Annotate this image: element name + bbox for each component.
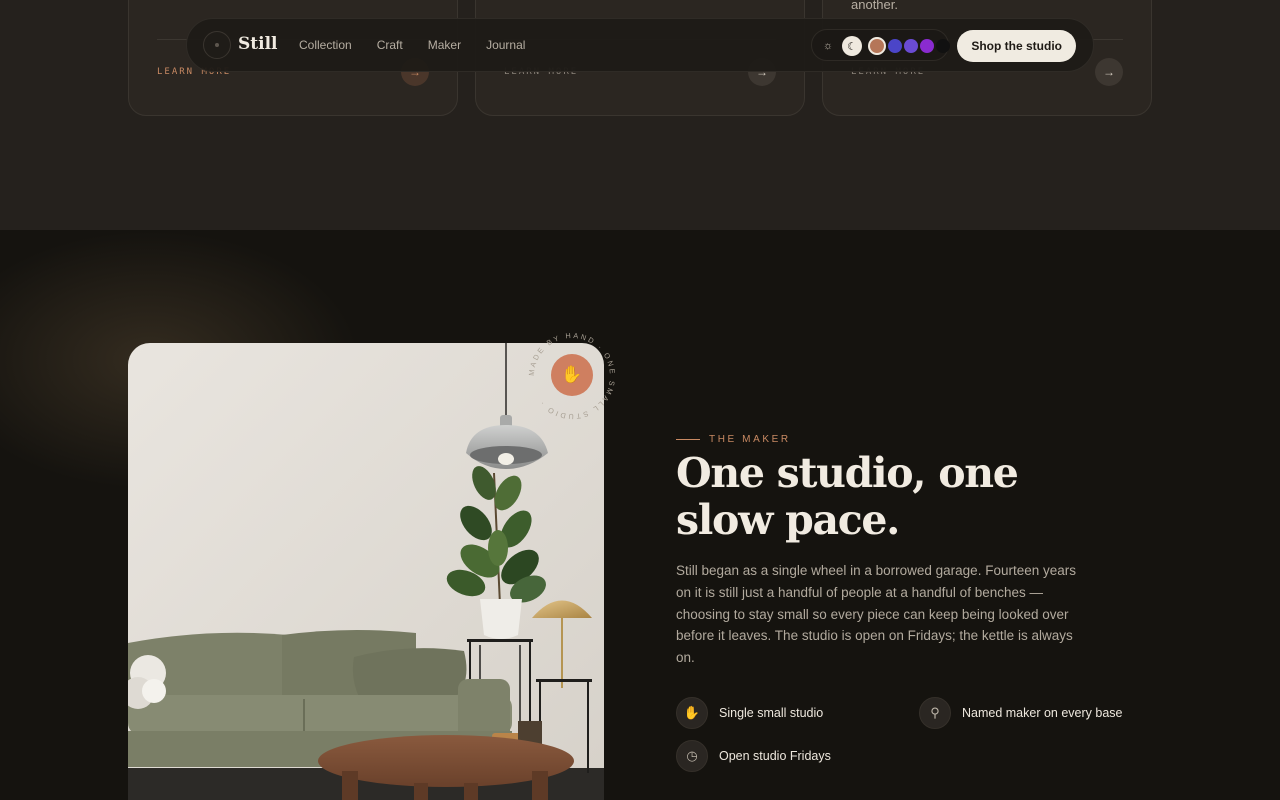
swatch-black[interactable] <box>936 39 950 53</box>
brand-name[interactable]: Still <box>238 34 278 54</box>
feature-named-maker: ⚲ Named maker on every base <box>919 697 1123 729</box>
feature-label: Named maker on every base <box>962 706 1123 720</box>
nav-link-maker[interactable]: Maker <box>428 38 461 52</box>
hand-icon: ✋ <box>676 697 708 729</box>
map-pin-icon: ⚲ <box>919 697 951 729</box>
nav-links: Collection Craft Maker Journal <box>299 38 525 52</box>
shop-studio-button[interactable]: Shop the studio <box>957 30 1076 62</box>
eyebrow-text: THE MAKER <box>709 434 791 445</box>
section-eyebrow: THE MAKER <box>676 434 791 445</box>
swatch-violet[interactable] <box>904 39 918 53</box>
swatch-indigo[interactable] <box>888 39 902 53</box>
swatch-purple[interactable] <box>920 39 934 53</box>
feature-label: Single small studio <box>719 706 824 720</box>
logo-mark[interactable] <box>203 31 231 59</box>
feature-single-studio: ✋ Single small studio <box>676 697 823 729</box>
section-body: Still began as a single wheel in a borro… <box>676 563 1076 666</box>
feature-label: Open studio Fridays <box>719 749 831 763</box>
eyebrow-rule <box>676 439 700 440</box>
moon-icon[interactable]: ☾ <box>842 36 862 56</box>
swatch-copper[interactable] <box>868 37 886 55</box>
clock-icon: ◷ <box>676 740 708 772</box>
card-text: another. <box>851 0 898 12</box>
sun-icon[interactable]: ☼ <box>818 36 838 56</box>
nav-link-collection[interactable]: Collection <box>299 38 352 52</box>
nav-link-craft[interactable]: Craft <box>377 38 403 52</box>
arrow-right-icon[interactable]: → <box>1095 58 1123 86</box>
feature-open-fridays: ◷ Open studio Fridays <box>676 740 831 772</box>
section-headline: One studio, one slow pace. <box>676 449 1019 544</box>
top-nav: Still Collection Craft Maker Journal ☼ ☾… <box>186 18 1094 72</box>
nav-link-journal[interactable]: Journal <box>486 38 525 52</box>
theme-switcher: ☼ ☾ <box>811 29 950 61</box>
hand-icon: ✋ <box>551 354 593 396</box>
